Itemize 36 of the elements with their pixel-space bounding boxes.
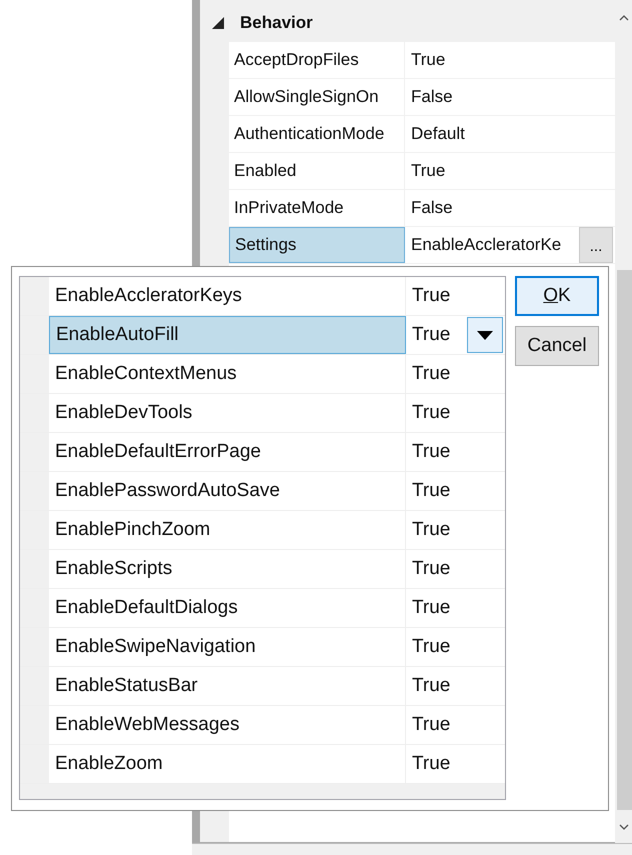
setting-name[interactable]: EnableContextMenus — [49, 355, 406, 393]
property-value[interactable]: False — [411, 87, 453, 107]
property-value[interactable]: False — [411, 198, 453, 218]
property-name[interactable]: AcceptDropFiles — [229, 42, 405, 78]
property-value[interactable]: EnableAccleratorKe — [411, 235, 562, 255]
setting-name[interactable]: EnableZoom — [49, 745, 406, 783]
scroll-up-icon[interactable] — [619, 15, 629, 21]
setting-name[interactable]: EnableAutoFill — [49, 316, 406, 354]
setting-name[interactable]: EnableDefaultDialogs — [49, 589, 406, 627]
setting-name[interactable]: EnableStatusBar — [49, 667, 406, 705]
dropdown-icon — [477, 330, 493, 340]
setting-name[interactable]: EnableAccleratorKeys — [49, 277, 406, 315]
setting-name[interactable]: EnableDefaultErrorPage — [49, 433, 406, 471]
property-name[interactable]: InPrivateMode — [229, 190, 405, 226]
setting-name[interactable]: EnablePinchZoom — [49, 511, 406, 549]
setting-name[interactable]: EnableScripts — [49, 550, 406, 588]
setting-name[interactable]: EnablePasswordAutoSave — [49, 472, 406, 510]
cancel-button[interactable]: Cancel — [515, 326, 599, 366]
property-name[interactable]: Enabled — [229, 153, 405, 189]
category-label: Behavior — [240, 13, 313, 33]
property-name[interactable]: AllowSingleSignOn — [229, 79, 405, 115]
scroll-down-icon[interactable] — [619, 824, 629, 830]
ellipsis-button[interactable]: ... — [579, 227, 613, 263]
scrollbar[interactable] — [615, 0, 632, 843]
setting-name[interactable]: EnableWebMessages — [49, 706, 406, 744]
collapse-icon[interactable] — [212, 17, 224, 29]
ok-button[interactable]: OK — [515, 276, 599, 316]
property-name[interactable]: Settings — [229, 227, 405, 263]
scrollbar-thumb[interactable] — [617, 270, 632, 810]
property-value[interactable]: Default — [411, 124, 465, 144]
property-name[interactable]: AuthenticationMode — [229, 116, 405, 152]
property-value[interactable]: True — [411, 50, 446, 70]
dropdown-button[interactable] — [467, 317, 503, 353]
setting-name[interactable]: EnableSwipeNavigation — [49, 628, 406, 666]
setting-name[interactable]: EnableDevTools — [49, 394, 406, 432]
property-value[interactable]: True — [411, 161, 446, 181]
